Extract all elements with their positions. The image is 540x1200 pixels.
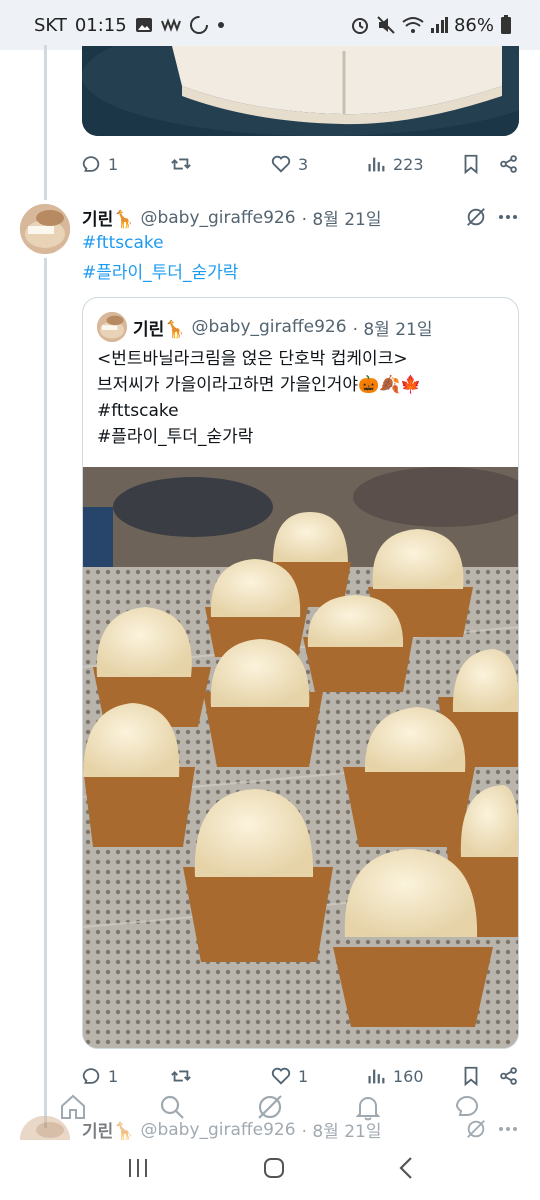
bookmark-icon (464, 154, 478, 175)
clock: 01:15 (74, 14, 127, 36)
status-bar: SKT 01:15 86% (0, 0, 540, 50)
grok-icon[interactable] (464, 205, 488, 229)
carrier-label: SKT (34, 14, 67, 36)
system-navigation-bar (0, 1140, 540, 1200)
recent-apps-icon[interactable] (126, 1157, 150, 1183)
reply-count: 1 (108, 154, 119, 174)
quoted-text-line: 브저씨가 가을이라고하면 가을인거야🎃🍂🍁 (97, 375, 422, 395)
grok-icon[interactable] (255, 1092, 285, 1126)
user-handle: @baby_giraffe926 (191, 317, 347, 337)
wifi-icon (402, 16, 424, 34)
avatar[interactable] (20, 204, 70, 254)
share-button[interactable] (498, 153, 520, 175)
cupcakes-photo[interactable] (83, 467, 518, 1048)
like-count: 3 (298, 154, 309, 174)
tweet-actions: 1 3 223 (80, 150, 520, 178)
quoted-tweet-text: <번트바닐라크림을 얹은 단호박 컵케이크> 브저씨가 가을이라고하면 가을인거… (97, 346, 422, 450)
dot-icon (217, 21, 225, 29)
views-count: 160 (393, 1066, 424, 1086)
back-icon[interactable] (398, 1156, 414, 1184)
hashtag-link[interactable]: #플라이_투더_숟가락 (82, 258, 238, 283)
home-button-icon[interactable] (262, 1156, 286, 1184)
quoted-text-line: #플라이_투더_숟가락 (97, 427, 254, 447)
quoted-tweet-header: 기린🦒 @baby_giraffe926 · 8월 21일 (97, 312, 433, 342)
quoted-tweet-card[interactable]: 기린🦒 @baby_giraffe926 · 8월 21일 <번트바닐라크림을 … (82, 297, 519, 1049)
bottom-navigation (0, 1084, 540, 1134)
search-icon[interactable] (157, 1092, 187, 1126)
quoted-text-line: <번트바닐라크림을 얹은 단호박 컵케이크> (97, 349, 408, 369)
display-name[interactable]: 기린🦒 (82, 205, 134, 230)
signal-icon (430, 17, 448, 33)
reply-icon (82, 156, 100, 172)
display-name: 기린🦒 (133, 319, 186, 340)
loading-icon (189, 15, 209, 35)
thread-line (44, 45, 47, 200)
battery-percent: 86% (453, 14, 494, 36)
alarm-icon (350, 15, 370, 35)
more-options-icon[interactable] (496, 205, 520, 229)
share-icon (500, 155, 517, 173)
like-count: 1 (298, 1066, 309, 1086)
user-handle[interactable]: @baby_giraffe926 (140, 208, 295, 228)
tweet-header: 기린🦒 @baby_giraffe926 · 8월 21일 (82, 205, 382, 231)
notifications-icon[interactable] (353, 1092, 383, 1126)
reply-count: 1 (108, 1066, 119, 1086)
heart-icon (271, 155, 291, 173)
retweet-button[interactable] (170, 153, 270, 175)
previous-tweet-image[interactable] (82, 46, 519, 136)
like-button[interactable]: 3 (270, 153, 365, 175)
messages-icon[interactable] (452, 1092, 482, 1126)
tweet-date: · 8월 21일 (352, 319, 433, 340)
wave-icon (160, 18, 181, 32)
reply-button[interactable]: 1 (80, 153, 170, 175)
thread-line (44, 258, 47, 1128)
quoted-text-line: #fttscake (97, 401, 179, 421)
retweet-icon (171, 158, 191, 170)
battery-icon (500, 15, 512, 35)
gallery-icon (135, 17, 153, 33)
hashtag-link[interactable]: #fttscake (82, 233, 164, 253)
mute-icon (376, 15, 396, 35)
tweet-date[interactable]: · 8월 21일 (302, 205, 382, 230)
views-count: 223 (393, 154, 424, 174)
bookmark-button[interactable] (460, 153, 498, 175)
home-icon[interactable] (58, 1092, 88, 1126)
avatar (97, 312, 127, 342)
views-icon (368, 157, 385, 172)
views-button[interactable]: 223 (365, 153, 460, 175)
